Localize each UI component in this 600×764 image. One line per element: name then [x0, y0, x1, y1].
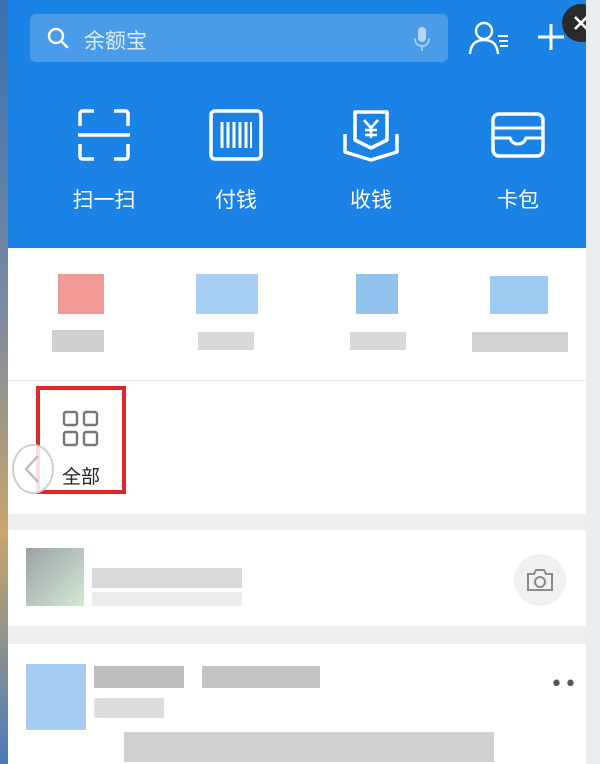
search-placeholder: 余额宝	[84, 29, 147, 53]
list-item[interactable]	[8, 530, 586, 626]
contacts-icon[interactable]	[468, 20, 510, 56]
search-bar[interactable]: 余额宝	[30, 14, 448, 62]
app-shortcut[interactable]	[472, 270, 568, 354]
chevron-left-icon	[24, 455, 39, 483]
app-shortcut[interactable]	[52, 270, 114, 354]
receive-money-button[interactable]: 收钱	[311, 108, 431, 214]
desktop-backdrop-right	[586, 0, 600, 764]
receive-money-label: 收钱	[350, 188, 392, 212]
app-shortcut[interactable]	[194, 270, 260, 354]
card-wallet-icon	[491, 112, 545, 158]
card-wallet-button[interactable]: 卡包	[458, 108, 578, 214]
section-gap	[8, 514, 586, 530]
camera-button[interactable]	[514, 554, 566, 606]
pay-label: 付钱	[215, 188, 257, 212]
close-icon	[574, 16, 586, 30]
camera-icon	[527, 569, 553, 591]
divider	[8, 380, 586, 381]
receive-money-icon	[343, 110, 399, 162]
scan-icon	[78, 109, 130, 161]
alipay-home-screen: 余额宝 扫一扫 付钱 收钱 卡包 全部 ••	[8, 0, 586, 764]
scan-label: 扫一扫	[72, 188, 136, 212]
desktop-backdrop	[0, 0, 8, 764]
more-options-icon[interactable]: ••	[550, 672, 578, 697]
header: 余额宝 扫一扫 付钱 收钱 卡包	[8, 0, 586, 248]
microphone-icon[interactable]	[414, 26, 430, 52]
card-wallet-label: 卡包	[497, 188, 539, 212]
back-arrow-button[interactable]	[12, 444, 54, 494]
pay-button[interactable]: 付钱	[176, 108, 296, 214]
app-shortcut[interactable]	[350, 270, 414, 354]
list-item[interactable]: ••	[8, 644, 586, 764]
scan-button[interactable]: 扫一扫	[44, 108, 164, 214]
search-icon	[47, 27, 69, 49]
section-gap	[8, 626, 586, 644]
grid-icon	[62, 410, 99, 447]
barcode-icon	[209, 109, 263, 161]
